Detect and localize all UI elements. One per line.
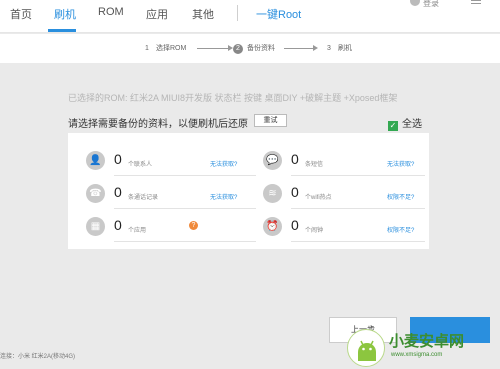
- site-watermark: 小麦安卓网 www.xmsigma.com: [347, 327, 500, 369]
- step-connector: [197, 48, 229, 49]
- phone-icon: ☎: [86, 184, 105, 203]
- step-arrow-icon: [313, 45, 318, 51]
- apps-icon: ▦: [86, 217, 105, 236]
- selected-rom-text: 已选择的ROM: 红米2A MIUI8开发版 状态栏 按键 桌面DIY +破解主…: [68, 93, 398, 103]
- nav-other[interactable]: 其他: [192, 6, 214, 22]
- warning-icon[interactable]: ?: [189, 221, 198, 230]
- cannot-fetch-link[interactable]: 无法获取?: [210, 159, 237, 168]
- step-3: 3 刷机: [327, 45, 352, 52]
- nav-one-click-root[interactable]: 一键Root: [256, 6, 301, 22]
- step-connector: [284, 48, 314, 49]
- progress-stepper: 1 选择ROM 2 备份资料 3 刷机: [0, 34, 500, 63]
- insufficient-permission-link[interactable]: 权限不足?: [387, 225, 414, 234]
- top-nav: 首页 刷机 ROM 应用 其他 一键Root 登录: [0, 0, 500, 33]
- active-tab-indicator: [48, 29, 76, 32]
- cannot-fetch-link[interactable]: 无法获取?: [210, 192, 237, 201]
- step-2: 2 备份资料: [233, 43, 275, 54]
- android-logo-icon: [347, 329, 385, 367]
- nav-rom[interactable]: ROM: [98, 6, 124, 18]
- connection-status: 连接：小米 红米2A(移动4G): [0, 354, 76, 360]
- insufficient-permission-link[interactable]: 权限不足?: [387, 192, 414, 201]
- checkmark-icon: ✓: [388, 121, 398, 131]
- step-1: 1 选择ROM: [145, 45, 187, 52]
- watermark-title: 小麦安卓网: [389, 333, 465, 350]
- login-link[interactable]: 登录: [423, 0, 439, 9]
- nav-home[interactable]: 首页: [10, 6, 32, 22]
- contact-icon: 👤: [86, 151, 105, 170]
- nav-flash[interactable]: 刷机: [54, 6, 76, 22]
- menu-icon[interactable]: [469, 0, 483, 7]
- nav-divider: [237, 5, 238, 21]
- backup-card: 👤 0 个联系人 无法获取? 💬 0 条短信 无法获取? ☎ 0 条通话记录 无…: [68, 133, 429, 249]
- select-all-checkbox[interactable]: ✓ 全选: [388, 115, 422, 131]
- watermark-url: www.xmsigma.com: [391, 352, 443, 358]
- wifi-icon: ≋: [263, 184, 282, 203]
- reset-button[interactable]: 重试: [254, 114, 287, 127]
- backup-prompt: 请选择需要备份的资料，以便刷机后还原: [68, 119, 248, 130]
- user-icon[interactable]: [410, 0, 420, 6]
- nav-apps[interactable]: 应用: [146, 6, 168, 22]
- message-icon: 💬: [263, 151, 282, 170]
- cannot-fetch-link[interactable]: 无法获取?: [387, 159, 414, 168]
- alarm-icon: ⏰: [263, 217, 282, 236]
